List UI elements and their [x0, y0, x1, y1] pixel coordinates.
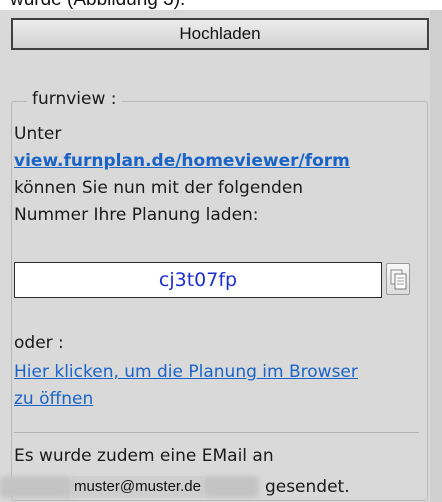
section-divider	[14, 432, 419, 433]
email-redaction-left	[0, 476, 72, 498]
planning-code-field[interactable]: cj3t07fp	[14, 262, 382, 298]
browser-link-row-2: zu öffnen	[14, 388, 93, 410]
open-in-browser-link[interactable]: Hier klicken, um die Planung im Browser	[14, 362, 358, 382]
panel-edge-shade	[430, 10, 442, 502]
browser-link-row-1: Hier klicken, um die Planung im Browser	[14, 361, 358, 383]
planning-code-value: cj3t07fp	[158, 269, 238, 291]
email-info-line-1: Es wurde zudem eine EMail an	[14, 446, 274, 466]
email-address: muster@muster.de	[72, 476, 203, 498]
copy-code-button[interactable]	[386, 263, 410, 295]
instruction-line-1: Unter	[14, 124, 62, 144]
email-info-line-2: muster@muster.de gesendet.	[0, 476, 350, 500]
instruction-line-2: können Sie nun mit der folgenden	[14, 178, 304, 198]
oder-label: oder :	[14, 333, 64, 353]
open-in-browser-link-continued[interactable]: zu öffnen	[14, 389, 93, 409]
upload-button[interactable]: Hochladen	[11, 18, 429, 50]
furnview-panel: Hochladen furnview : Unter view.furnplan…	[0, 10, 442, 502]
homeviewer-link-row: view.furnplan.de/homeviewer/form	[14, 150, 350, 172]
instruction-line-3: Nummer Ihre Planung laden:	[14, 205, 259, 225]
email-redaction-right	[202, 476, 259, 498]
copy-clipboard-icon	[390, 269, 407, 290]
email-sent-suffix: gesendet.	[264, 477, 350, 497]
homeviewer-link[interactable]: view.furnplan.de/homeviewer/form	[14, 151, 350, 171]
furnview-legend: furnview :	[27, 89, 122, 109]
